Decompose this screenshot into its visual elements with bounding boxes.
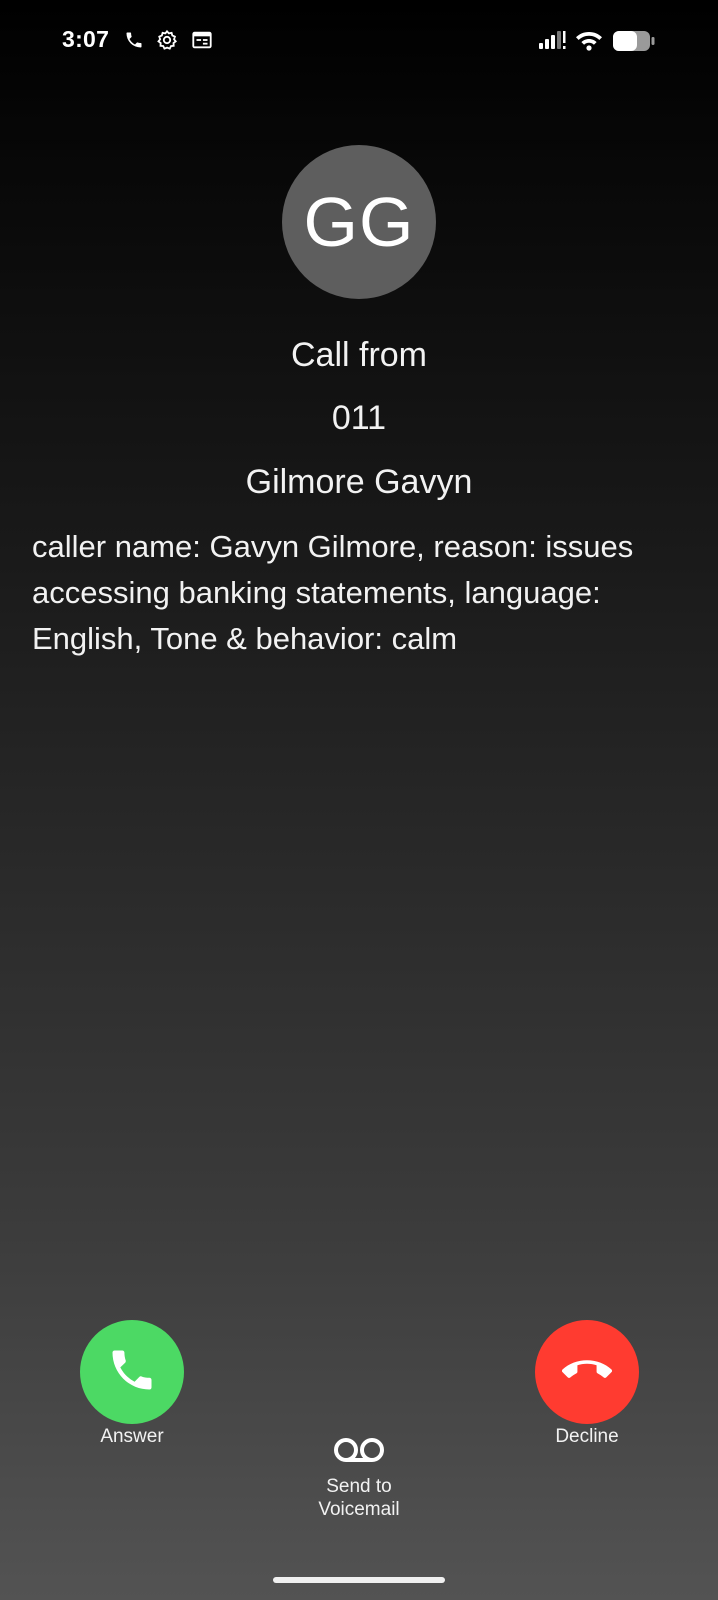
phone-icon	[124, 29, 144, 51]
phone-hangup-icon	[562, 1345, 612, 1400]
caller-number: 011	[331, 399, 387, 437]
calendar-icon	[191, 29, 213, 51]
status-bar: 3:07	[0, 0, 718, 82]
decline-button[interactable]	[535, 1320, 639, 1424]
decline-label: Decline	[555, 1426, 619, 1447]
home-indicator[interactable]	[273, 1577, 445, 1583]
voicemail-label-line2: Voicemail	[318, 1499, 400, 1520]
gear-icon	[156, 29, 178, 51]
caller-name: Gilmore Gavyn	[245, 463, 473, 501]
phone-answer-icon	[106, 1344, 158, 1401]
wifi-icon	[575, 29, 603, 51]
call-heading: Call from	[290, 336, 428, 374]
answer-label: Answer	[100, 1426, 164, 1447]
send-to-voicemail-button[interactable]: Send to Voicemail	[279, 1436, 439, 1521]
caller-avatar: GG	[282, 145, 436, 299]
voicemail-icon	[332, 1438, 386, 1468]
voicemail-label-line1: Send to	[326, 1476, 392, 1497]
caller-details: caller name: Gavyn Gilmore, reason: issu…	[32, 529, 634, 656]
answer-button[interactable]	[80, 1320, 184, 1424]
status-time: 3:07	[62, 26, 110, 52]
signal-icon	[538, 29, 568, 51]
battery-icon	[612, 30, 656, 52]
